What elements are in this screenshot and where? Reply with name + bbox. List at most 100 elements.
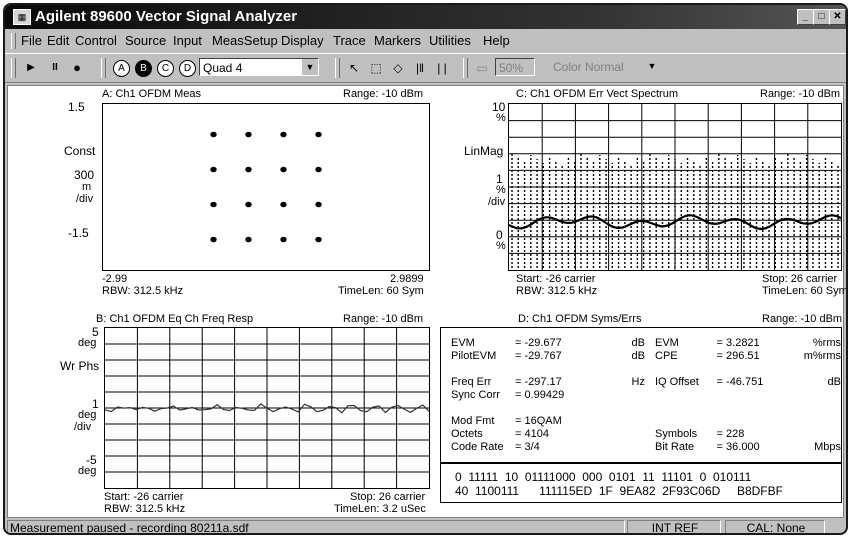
zoom-value: 50% bbox=[499, 61, 524, 75]
menu-source[interactable]: Source bbox=[125, 33, 166, 48]
minimize-button[interactable]: _ bbox=[797, 9, 814, 25]
menubar-grip bbox=[11, 33, 16, 49]
trace-d-range: Range: -10 dBm bbox=[762, 313, 843, 325]
result-unit bbox=[605, 362, 645, 375]
constellation-point bbox=[315, 131, 322, 138]
result-value: = 3.2821 bbox=[716, 336, 760, 349]
result-row bbox=[655, 362, 841, 375]
zoom-field: 50% bbox=[495, 58, 535, 76]
trace-d-button[interactable]: D bbox=[179, 60, 196, 77]
result-unit: dB bbox=[631, 349, 645, 362]
trace-b-ybot-unit: deg bbox=[78, 465, 97, 477]
trace-c-button[interactable]: C bbox=[157, 60, 174, 77]
result-label: EVM bbox=[655, 336, 679, 349]
trace-a-pane[interactable]: A: Ch1 OFDM Meas Range: -10 dBm 1.5 Cons… bbox=[8, 86, 430, 301]
result-value bbox=[717, 401, 802, 414]
trace-b-pane[interactable]: B: Ch1 OFDM Eq Ch Freq Resp Range: -10 d… bbox=[8, 301, 430, 519]
result-label bbox=[655, 414, 717, 427]
band-marker-icon[interactable]: |‖ bbox=[411, 58, 429, 78]
trace-b-button[interactable]: B bbox=[135, 60, 152, 77]
trace-a-scale-div: /div bbox=[76, 193, 94, 205]
constellation-point bbox=[210, 131, 217, 138]
trace-d-pane[interactable]: D: Ch1 OFDM Syms/Errs Range: -10 dBm EVM… bbox=[426, 301, 844, 519]
trace-b-ymid-div: /div bbox=[74, 421, 92, 433]
toolbar-separator bbox=[101, 58, 106, 78]
menu-trace[interactable]: Trace bbox=[333, 33, 366, 48]
marker-icon[interactable]: ◇ bbox=[389, 58, 407, 78]
result-value: = 4104 bbox=[515, 427, 549, 440]
result-row: EVM = 3.2821 %rms bbox=[655, 336, 841, 349]
menu-input[interactable]: Input bbox=[173, 33, 202, 48]
maximize-button[interactable]: □ bbox=[813, 9, 830, 25]
result-row: CPE = 296.51 m%rms bbox=[655, 349, 841, 362]
result-row bbox=[451, 401, 645, 414]
menu-control[interactable]: Control bbox=[75, 33, 117, 48]
result-row: Sync Corr = 0.99429 bbox=[451, 388, 645, 401]
close-button[interactable]: ✕ bbox=[829, 9, 846, 25]
result-label: Octets bbox=[451, 427, 483, 440]
constellation-point bbox=[280, 131, 287, 138]
result-value bbox=[515, 362, 605, 375]
window-title: Agilent 89600 Vector Signal Analyzer bbox=[35, 8, 298, 25]
result-value bbox=[717, 388, 802, 401]
color-select[interactable]: Color Normal ▼ bbox=[550, 58, 680, 76]
result-value: = 296.51 bbox=[716, 349, 760, 362]
constellation-point bbox=[315, 166, 322, 173]
eq-channel-freq-resp-plot[interactable] bbox=[104, 327, 430, 489]
result-unit: dB bbox=[827, 375, 841, 388]
marquee-zoom-icon[interactable]: ⬚ bbox=[367, 58, 385, 78]
trace-b-start: Start: -26 carrier bbox=[104, 491, 184, 503]
constellation-point bbox=[210, 166, 217, 173]
constellation-point bbox=[210, 201, 217, 208]
play-button[interactable]: ▶ bbox=[21, 58, 41, 78]
result-value: = 3/4 bbox=[515, 440, 540, 453]
result-unit bbox=[605, 440, 645, 453]
trace-c-range: Range: -10 dBm bbox=[760, 88, 841, 100]
result-label bbox=[655, 388, 717, 401]
error-vector-spectrum-plot[interactable] bbox=[508, 103, 842, 271]
trace-c-stop: Stop: 26 carrier bbox=[762, 273, 838, 285]
trace-a-range: Range: -10 dBm bbox=[343, 88, 424, 100]
menu-utilities[interactable]: Utilities bbox=[429, 33, 471, 48]
trace-c-ytype: LinMag bbox=[464, 144, 504, 158]
trace-b-rbw: RBW: 312.5 kHz bbox=[104, 503, 186, 515]
trace-c-rbw: RBW: 312.5 kHz bbox=[516, 285, 598, 297]
menu-markers[interactable]: Markers bbox=[374, 33, 421, 48]
constellation-point bbox=[245, 131, 252, 138]
result-value: = -297.17 bbox=[515, 375, 562, 388]
result-unit bbox=[605, 414, 645, 427]
status-cal: CAL: None bbox=[725, 520, 825, 533]
result-row: EVM = -29.677 dB bbox=[451, 336, 645, 349]
constellation-point bbox=[280, 236, 287, 243]
pointer-icon[interactable]: ↖ bbox=[345, 58, 363, 78]
trace-c-pane[interactable]: C: Ch1 OFDM Err Vect Spectrum Range: -10… bbox=[426, 86, 846, 301]
menu-display[interactable]: Display bbox=[281, 33, 324, 48]
result-row: Freq Err = -297.17 Hz bbox=[451, 375, 645, 388]
result-row: Code Rate = 3/4 bbox=[451, 440, 645, 453]
record-button[interactable]: ● bbox=[67, 58, 87, 78]
menu-edit[interactable]: Edit bbox=[47, 33, 69, 48]
result-unit bbox=[801, 388, 841, 401]
title-bar[interactable]: ▦ Agilent 89600 Vector Signal Analyzer _… bbox=[5, 5, 846, 29]
toolbar: ▶ II ● A B C D Quad 4 ▼ ↖ ⬚ ◇ |‖ | | ▭ 5… bbox=[5, 53, 846, 83]
layout-select[interactable]: Quad 4 ▼ bbox=[199, 58, 319, 76]
result-unit bbox=[605, 427, 645, 440]
offset-marker-icon[interactable]: | | bbox=[433, 58, 451, 78]
menu-file[interactable]: File bbox=[21, 33, 42, 48]
status-bar: Measurement paused - recording 80211a.sd… bbox=[5, 519, 846, 533]
result-unit: dB bbox=[631, 336, 645, 349]
constellation-plot[interactable] bbox=[102, 103, 430, 271]
trace-b-timelen: TimeLen: 3.2 uSec bbox=[334, 503, 426, 515]
toolbar-grip bbox=[11, 58, 16, 78]
app-icon: ▦ bbox=[13, 9, 31, 25]
constellation-point bbox=[280, 166, 287, 173]
result-row: Mod Fmt = 16QAM bbox=[451, 414, 645, 427]
results-left: EVM = -29.677 dB PilotEVM = -29.767 dB Freq E… bbox=[451, 336, 645, 453]
trace-b-range: Range: -10 dBm bbox=[343, 313, 424, 325]
menu-help[interactable]: Help bbox=[483, 33, 510, 48]
pause-button[interactable]: II bbox=[45, 58, 65, 78]
trace-a-xright: 2.9899 bbox=[390, 273, 424, 285]
menu-meassetup[interactable]: MeasSetup bbox=[212, 33, 278, 48]
trace-c-timelen: TimeLen: 60 Sym bbox=[762, 285, 848, 297]
trace-a-button[interactable]: A bbox=[113, 60, 130, 77]
